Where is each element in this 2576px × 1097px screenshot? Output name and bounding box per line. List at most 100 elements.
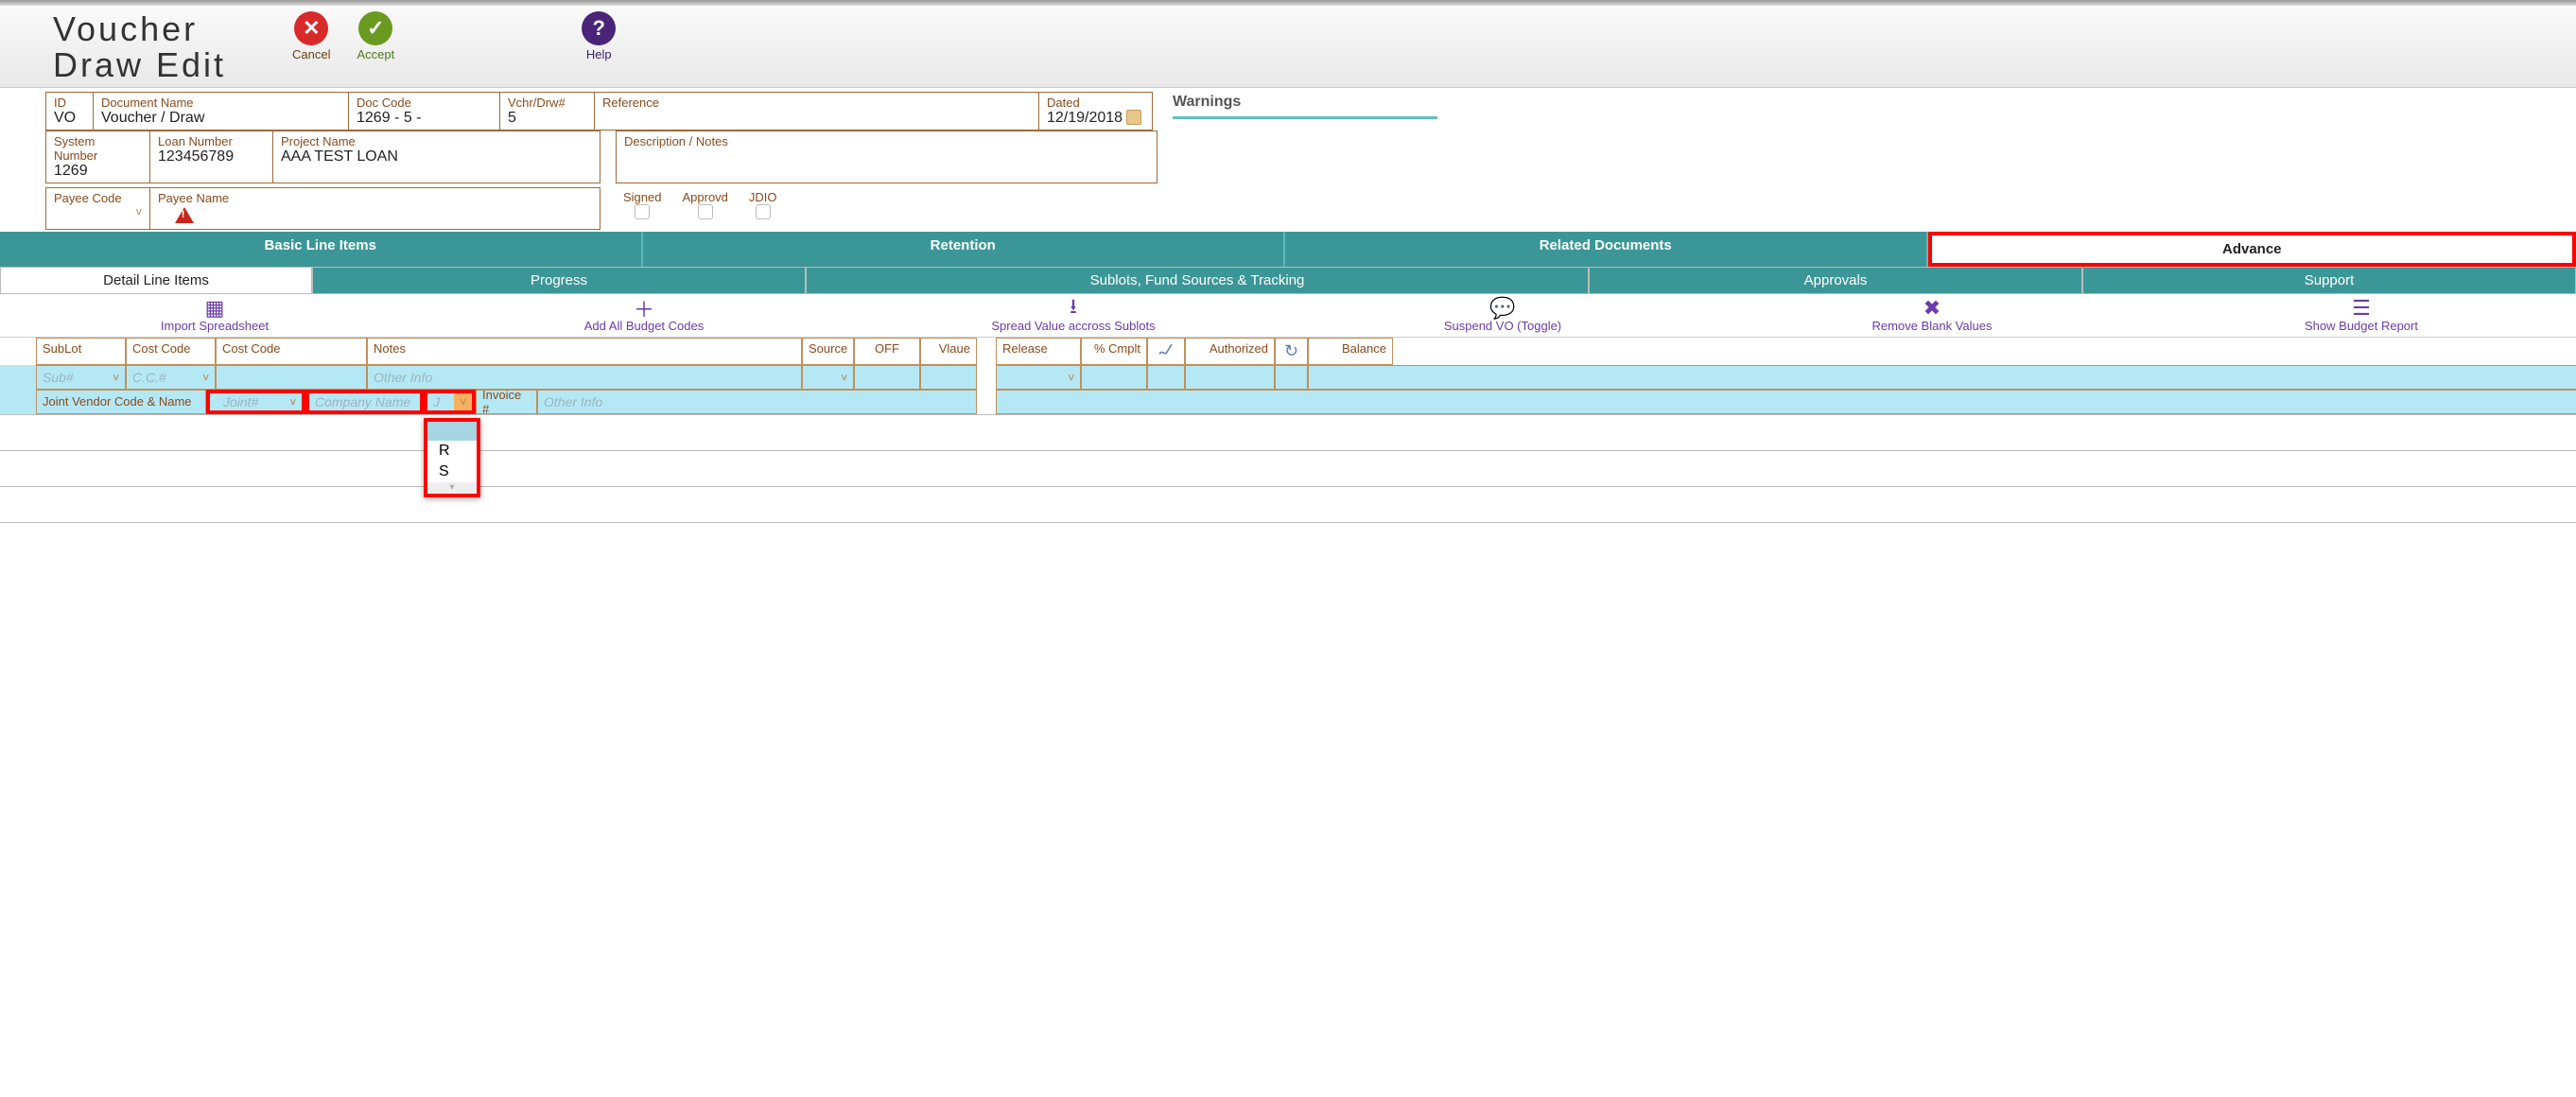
tab-related-documents[interactable]: Related Documents [1285, 232, 1928, 267]
refresh-cell[interactable] [1275, 365, 1308, 390]
page-title: Voucher Draw Edit [53, 11, 226, 83]
vchrdrw-field[interactable]: 5 [508, 110, 516, 126]
doc-code-field[interactable]: 1269 - 5 - [357, 110, 421, 126]
chevron-down-icon: ⅴ [841, 371, 847, 383]
costcode2-input[interactable] [216, 365, 367, 390]
warnings-panel: Warnings [1173, 88, 1437, 119]
main-tabs: Basic Line Items Retention Related Docum… [0, 232, 2576, 267]
costcode1-input[interactable]: C.C.#ⅴ [126, 365, 216, 390]
actions-toolbar: ▦ Import Spreadsheet ＋ Add All Budget Co… [0, 294, 2576, 338]
import-spreadsheet-button[interactable]: ▦ Import Spreadsheet [0, 294, 429, 337]
header-actions: ✕ Cancel ✓ Accept ? Help [292, 11, 616, 61]
signed-label: Signed [623, 190, 661, 204]
jdio-label: JDIO [749, 190, 777, 204]
jdio-checkbox[interactable] [756, 204, 771, 219]
payeename-label: Payee Name [158, 191, 592, 205]
sub-tabs: Detail Line Items Progress Sublots, Fund… [0, 267, 2576, 294]
x-icon: ✖ [1721, 298, 2143, 319]
tab-basic-line-items[interactable]: Basic Line Items [0, 232, 643, 267]
accept-icon: ✓ [358, 11, 392, 45]
grid-filter-row: Sub#ⅴ C.C.#ⅴ Other Info ⅴ ⅴ [0, 365, 2576, 390]
j-dropdown[interactable]: Jⅴ [424, 390, 476, 414]
add-all-budget-codes-button[interactable]: ＋ Add All Budget Codes [429, 294, 859, 337]
reference-label: Reference [602, 96, 1031, 110]
vchrdrw-label: Vchr/Drw# [508, 96, 586, 110]
list-icon: ☰ [2150, 298, 2572, 319]
projname-field[interactable]: AAA TEST LOAN [281, 148, 398, 165]
subtab-sublots[interactable]: Sublots, Fund Sources & Tracking [806, 267, 1589, 294]
remove-blank-values-button[interactable]: ✖ Remove Blank Values [1717, 294, 2147, 337]
chevron-down-icon: ⅴ [113, 371, 119, 383]
id-label: ID [54, 96, 85, 110]
subtab-progress[interactable]: Progress [312, 267, 806, 294]
subtab-detail-line-items[interactable]: Detail Line Items [0, 267, 312, 294]
show-budget-report-button[interactable]: ☰ Show Budget Report [2147, 294, 2576, 337]
form-row-1: IDVO Document NameVoucher / Draw Doc Cod… [45, 92, 1153, 131]
joint-input[interactable]: Joint#ⅴ [206, 390, 305, 414]
signed-checkbox[interactable] [635, 204, 650, 219]
header-bar: Voucher Draw Edit ✕ Cancel ✓ Accept ? He… [0, 6, 2576, 88]
release-header: Release [996, 338, 1081, 365]
cancel-button[interactable]: ✕ Cancel [292, 11, 330, 61]
accept-button[interactable]: ✓ Accept [357, 11, 395, 61]
sysnum-label: System Number [54, 134, 142, 163]
sysnum-field[interactable]: 1269 [54, 163, 88, 179]
loannum-label: Loan Number [158, 134, 265, 148]
dropdown-option-r[interactable]: R [427, 441, 477, 461]
notes-header: Notes [367, 338, 802, 365]
warnings-label: Warnings [1173, 92, 1437, 119]
off-header: OFF [854, 338, 920, 365]
invoice-input[interactable]: Other Info [537, 390, 977, 414]
form-row-2: System Number1269 Loan Number123456789 P… [45, 131, 1157, 183]
refresh-icon[interactable]: ↻ [1275, 338, 1308, 365]
suspend-vo-button[interactable]: 💬 Suspend VO (Toggle) [1288, 294, 1717, 337]
release-input[interactable]: ⅴ [996, 365, 1081, 390]
chevron-down-icon: ⅴ [460, 395, 466, 408]
approvd-checkbox[interactable] [698, 204, 713, 219]
source-header: Source [802, 338, 854, 365]
sig-cell[interactable] [1147, 365, 1185, 390]
value-cell[interactable] [920, 365, 977, 390]
j-dropdown-menu[interactable]: R S ▾ [424, 418, 480, 497]
grid-icon: ▦ [4, 298, 426, 319]
chevron-down-icon[interactable]: ⅴ [135, 205, 142, 218]
bubble-icon: 💬 [1292, 298, 1714, 319]
subtab-approvals[interactable]: Approvals [1589, 267, 2082, 294]
authorized-cell[interactable] [1185, 365, 1275, 390]
tab-retention[interactable]: Retention [643, 232, 1286, 267]
cmplt-header: % Cmplt [1081, 338, 1147, 365]
jv-spacer [996, 390, 2576, 414]
download-icon: ⭳ [862, 298, 1284, 319]
company-input[interactable]: Company Name [305, 390, 424, 414]
id-field[interactable]: VO [54, 110, 76, 126]
off-cell[interactable] [854, 365, 920, 390]
subtab-support[interactable]: Support [2082, 267, 2576, 294]
chevron-down-icon: ⅴ [1068, 371, 1074, 383]
sublot-header: SubLot [36, 338, 126, 365]
dated-field[interactable]: 12/19/2018 [1047, 110, 1123, 126]
spread-value-button[interactable]: ⭳ Spread Value accross Sublots [859, 294, 1288, 337]
jv-label: Joint Vendor Code & Name [36, 390, 206, 414]
dropdown-option-s[interactable]: S [427, 461, 477, 482]
costcode1-header: Cost Code [126, 338, 216, 365]
joint-vendor-row: Joint Vendor Code & Name Joint#ⅴ Company… [0, 390, 2576, 414]
source-input[interactable]: ⅴ [802, 365, 854, 390]
balance-cell[interactable] [1308, 365, 2576, 390]
cmplt-cell[interactable] [1081, 365, 1147, 390]
dropdown-scroll-down-icon[interactable]: ▾ [427, 482, 477, 494]
warning-icon [175, 207, 194, 223]
doc-name-field[interactable]: Voucher / Draw [101, 110, 204, 126]
loannum-field[interactable]: 123456789 [158, 148, 234, 165]
notes-input[interactable]: Other Info [367, 365, 802, 390]
payeecode-label: Payee Code [54, 191, 142, 205]
invoice-label: Invoice # [476, 390, 537, 414]
grid-header: SubLot Cost Code Cost Code Notes Source … [36, 338, 2576, 365]
approvd-label: Approvd [682, 190, 727, 204]
dropdown-blank-option[interactable] [427, 422, 477, 441]
sublot-input[interactable]: Sub#ⅴ [36, 365, 126, 390]
empty-rows [0, 414, 2576, 558]
tab-advance[interactable]: Advance [1928, 232, 2576, 267]
calendar-icon[interactable] [1126, 110, 1141, 125]
help-button[interactable]: ? Help [582, 11, 616, 61]
help-icon: ? [582, 11, 616, 45]
